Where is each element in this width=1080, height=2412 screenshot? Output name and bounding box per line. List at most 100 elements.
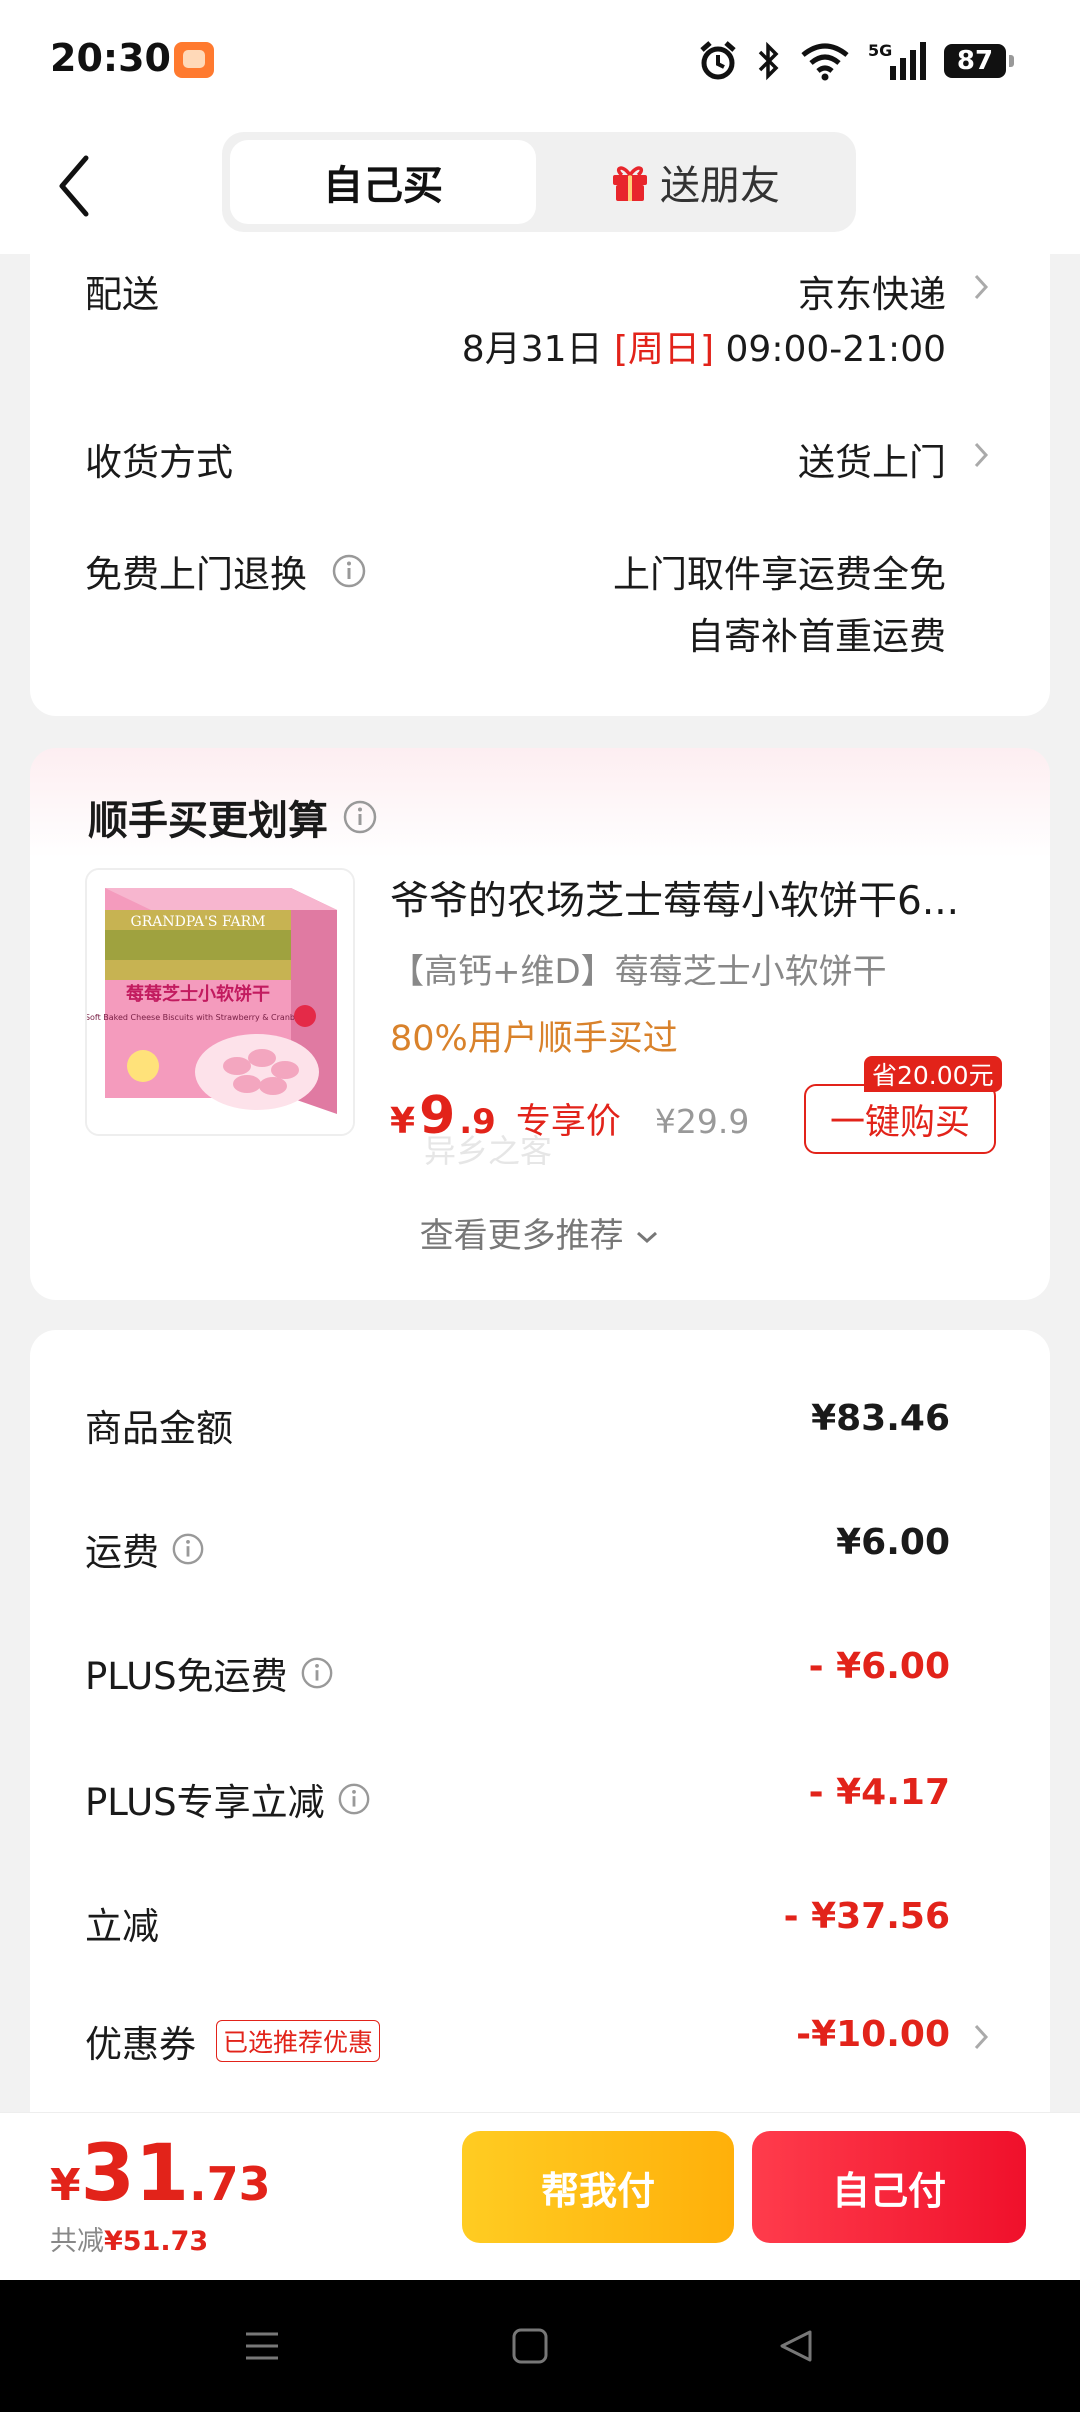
help-me-pay-button[interactable]: 帮我付 bbox=[462, 2131, 734, 2243]
package-subtitle: Soft Baked Cheese Biscuits with Strawber… bbox=[87, 1013, 311, 1022]
total-integer: 31 bbox=[80, 2129, 190, 2219]
delivery-date: 8月31日 bbox=[461, 329, 603, 370]
chevron-down-icon bbox=[637, 1231, 658, 1244]
pay-myself-button[interactable]: 自己付 bbox=[752, 2131, 1026, 2243]
cost-label: 运费 bbox=[85, 1531, 159, 1574]
cost-label: 商品金额 bbox=[85, 1407, 233, 1450]
delivery-time-window: 09:00-21:00 bbox=[725, 329, 946, 370]
cost-value: - ¥37.56 bbox=[783, 1896, 950, 1937]
checkout-bar: ¥ 31 .73 共减¥51.73 帮我付 自己付 bbox=[0, 2112, 1080, 2280]
more-recommendations-label: 查看更多推荐 bbox=[419, 1216, 624, 1256]
free-return-line2: 自寄补首重运费 bbox=[687, 615, 946, 658]
free-return-label: 免费上门退换 bbox=[85, 553, 307, 596]
chevron-right-icon bbox=[974, 442, 989, 468]
coupon-tag: 已选推荐优惠 bbox=[216, 2020, 381, 2062]
cost-label: PLUS专享立减 bbox=[85, 1781, 325, 1824]
tab-send-friend[interactable]: 送朋友 bbox=[542, 140, 848, 224]
product-tag: 80%用户顺手买过 bbox=[390, 1019, 678, 1059]
save-badge: 省20.00元 bbox=[864, 1056, 1002, 1092]
free-return-label-group: 免费上门退换 bbox=[85, 544, 367, 598]
saved-label: 共减 bbox=[50, 2226, 104, 2257]
cost-value: - ¥4.17 bbox=[808, 1772, 950, 1813]
total-price: ¥ 31 .73 bbox=[50, 2129, 271, 2219]
cost-row-plus-discount: PLUS专享立减 - ¥4.17 bbox=[30, 1766, 1050, 1826]
more-recommendations[interactable]: 查看更多推荐 bbox=[30, 1208, 1050, 1257]
cost-label-group: PLUS免运费 bbox=[85, 1646, 334, 1700]
pay-myself-label: 自己付 bbox=[831, 2168, 946, 2213]
bluetooth-icon bbox=[758, 41, 779, 81]
package-title: 莓莓芝士小软饼干 bbox=[126, 983, 270, 1005]
back-triangle-icon[interactable] bbox=[776, 2326, 816, 2366]
receive-method-label: 收货方式 bbox=[85, 441, 233, 484]
status-time: 20:30 bbox=[50, 36, 171, 80]
home-icon[interactable] bbox=[510, 2326, 550, 2366]
gift-icon bbox=[613, 166, 647, 201]
back-button[interactable] bbox=[52, 146, 112, 226]
chevron-right-icon bbox=[974, 2024, 989, 2050]
one-click-buy-label: 一键购买 bbox=[829, 1102, 970, 1143]
free-return-line1: 上门取件享运费全免 bbox=[613, 553, 946, 596]
recommend-title: 顺手买更划算 bbox=[88, 788, 378, 846]
recommend-title-text: 顺手买更划算 bbox=[88, 798, 328, 844]
help-me-pay-label: 帮我付 bbox=[540, 2168, 655, 2213]
system-navigation-bar bbox=[0, 2280, 1080, 2412]
cost-value: -¥10.00 bbox=[796, 2014, 950, 2055]
info-icon[interactable] bbox=[337, 1782, 371, 1816]
cost-row-goods: 商品金额 ¥83.46 bbox=[30, 1392, 1050, 1452]
info-icon[interactable] bbox=[300, 1656, 334, 1690]
cost-label: 立减 bbox=[85, 1905, 159, 1948]
cost-label: PLUS免运费 bbox=[85, 1655, 288, 1698]
delivery-time: 8月31日 [周日] 09:00-21:00 bbox=[462, 320, 946, 372]
package-brand: GRANDPA'S FARM bbox=[131, 914, 266, 930]
cost-label: 优惠券 bbox=[85, 2023, 196, 2066]
cost-row-coupon[interactable]: 优惠券 已选推荐优惠 -¥10.00 bbox=[30, 2008, 1050, 2068]
receive-method-value: 送货上门 bbox=[798, 441, 946, 484]
product-subtitle: 【高钙+维D】莓莓芝士小软饼干 bbox=[390, 952, 887, 992]
svg-text:5G: 5G bbox=[868, 41, 892, 60]
tab-buy-self-label: 自己买 bbox=[323, 163, 443, 209]
info-icon[interactable] bbox=[342, 799, 378, 835]
purchase-mode-switch: 自己买 送朋友 bbox=[222, 132, 856, 232]
alarm-icon bbox=[700, 41, 736, 80]
chevron-right-icon bbox=[974, 274, 989, 300]
one-click-buy-button[interactable]: 一键购买 bbox=[804, 1084, 996, 1154]
total-symbol: ¥ bbox=[50, 2160, 81, 2211]
back-icon bbox=[59, 155, 89, 217]
total-saved[interactable]: 共减¥51.73 bbox=[50, 2219, 208, 2258]
signal-icon: 5G bbox=[868, 41, 926, 80]
cost-value: ¥6.00 bbox=[836, 1522, 950, 1563]
cost-breakdown-card: 商品金额 ¥83.46 运费 ¥6.00 PLUS免运费 - ¥6.00 PLU… bbox=[30, 1330, 1050, 2130]
saved-value: ¥51.73 bbox=[104, 2226, 209, 2257]
status-bar: 20:30 5G 87 bbox=[0, 0, 1080, 124]
recommend-card: 顺手买更划算 GRANDPA'S FARM 莓莓芝士小软饼干 Soft Bake… bbox=[30, 748, 1050, 1300]
delivery-label: 配送 bbox=[85, 273, 159, 316]
product-image[interactable]: GRANDPA'S FARM 莓莓芝士小软饼干 Soft Baked Chees… bbox=[85, 868, 355, 1136]
watermark-text: 异乡之客 bbox=[424, 1132, 553, 1170]
delivery-card: 配送 京东快递 8月31日 [周日] 09:00-21:00 收货方式 送货上门… bbox=[30, 240, 1050, 716]
cost-label-group: 优惠券 已选推荐优惠 bbox=[85, 2014, 381, 2068]
product-name[interactable]: 爷爷的农场芝士莓莓小软饼干6... bbox=[390, 870, 1010, 926]
original-price: ¥29.9 bbox=[654, 1102, 750, 1141]
cost-value: ¥83.46 bbox=[811, 1398, 950, 1439]
cost-label-group: 运费 bbox=[85, 1522, 205, 1576]
tab-buy-self[interactable]: 自己买 bbox=[230, 140, 536, 224]
total-decimal: .73 bbox=[189, 2157, 271, 2211]
info-icon[interactable] bbox=[171, 1532, 205, 1566]
cost-row-shipping: 运费 ¥6.00 bbox=[30, 1516, 1050, 1576]
product-package-image: GRANDPA'S FARM 莓莓芝士小软饼干 Soft Baked Chees… bbox=[87, 870, 353, 1134]
cost-row-plus-free-shipping: PLUS免运费 - ¥6.00 bbox=[30, 1640, 1050, 1700]
cost-value: - ¥6.00 bbox=[808, 1646, 950, 1687]
app-notification-icon bbox=[174, 42, 214, 78]
delivery-weekday: [周日] bbox=[613, 329, 715, 370]
info-icon[interactable] bbox=[331, 553, 367, 589]
battery-indicator: 87 bbox=[944, 44, 1014, 78]
status-icons: 5G 87 bbox=[698, 38, 1014, 84]
menu-icon[interactable] bbox=[242, 2326, 282, 2366]
cost-row-instant-discount: 立减 - ¥37.56 bbox=[30, 1890, 1050, 1950]
delivery-carrier: 京东快递 bbox=[798, 273, 946, 316]
wifi-icon bbox=[801, 43, 849, 81]
price-symbol: ¥ bbox=[390, 1101, 416, 1142]
tab-send-friend-label: 送朋友 bbox=[660, 163, 780, 209]
top-navigation: 自己买 送朋友 bbox=[0, 124, 1080, 254]
cost-label-group: PLUS专享立减 bbox=[85, 1772, 371, 1826]
